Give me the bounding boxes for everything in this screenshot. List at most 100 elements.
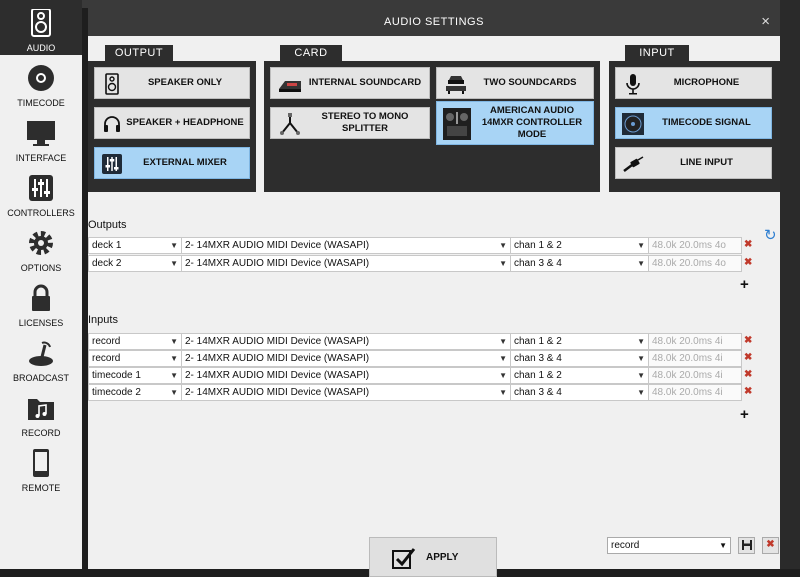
line-input-button[interactable]: LINE INPUT [615,147,772,179]
sidebar-item-timecode[interactable]: TIMECODE [0,55,82,110]
splitter-cable-icon [280,113,300,135]
timecode-signal-button[interactable]: TIMECODE SIGNAL [615,107,772,139]
sidebar-item-label: INTERFACE [15,153,67,163]
speaker-headphone-button[interactable]: SPEAKER + HEADPHONE [94,107,250,139]
broadcast-icon [29,341,53,366]
delete-row-icon[interactable]: ✖ [744,335,752,346]
output-name-select[interactable]: deck 1 ▼ [88,237,182,254]
button-label: SPEAKER ONLY [147,77,223,88]
chevron-down-icon: ▼ [499,337,507,346]
add-input-button[interactable]: + [740,406,749,423]
button-label: TIMECODE SIGNAL [662,117,751,128]
internal-soundcard-button[interactable]: INTERNAL SOUNDCARD [270,67,430,99]
delete-preset-button[interactable]: ✖ [762,537,779,554]
delete-row-icon[interactable]: ✖ [744,239,752,250]
speaker-icon [105,73,119,95]
apply-button[interactable]: APPLY [369,537,497,577]
jack-cable-icon [623,156,644,172]
sidebar-item-options[interactable]: OPTIONS [0,220,82,275]
sidebar-item-audio[interactable]: AUDIO [0,0,82,55]
delete-row-icon[interactable]: ✖ [744,352,752,363]
select-value: chan 1 & 2 [514,336,562,347]
sidebar-item-remote[interactable]: REMOTE [0,440,82,495]
speaker-only-button[interactable]: SPEAKER ONLY [94,67,250,99]
delete-row-icon[interactable]: ✖ [744,369,752,380]
controller-icon [443,108,471,140]
sidebar-item-label: CONTROLLERS [7,208,75,218]
chevron-down-icon: ▼ [170,259,178,268]
microphone-button[interactable]: MICROPHONE [615,67,772,99]
select-value: deck 1 [92,240,122,251]
chevron-down-icon: ▼ [719,541,727,550]
output-channels-select[interactable]: chan 1 & 2 ▼ [510,237,649,254]
input-device-select[interactable]: 2- 14MXR AUDIO MIDI Device (WASAPI) ▼ [181,367,511,384]
mixer-icon [102,154,122,174]
chevron-down-icon: ▼ [499,354,507,363]
output-section: SPEAKER ONLY SPEAKER + HEADPHONE EXTERNA… [88,61,256,192]
sidebar-item-label: RECORD [21,428,61,438]
input-channels-select[interactable]: chan 1 & 2 ▼ [510,367,649,384]
sidebar-item-record[interactable]: RECORD [0,385,82,440]
timecode-disc-icon [622,113,644,135]
input-row: record ▼ 2- 14MXR AUDIO MIDI Device (WASA… [88,333,752,350]
chevron-down-icon: ▼ [499,388,507,397]
headphone-icon [104,116,120,132]
input-row: timecode 1 ▼ 2- 14MXR AUDIO MIDI Device (… [88,367,752,384]
sidebar-item-label: AUDIO [26,43,56,53]
lock-icon [32,284,50,311]
input-channels-select[interactable]: chan 3 & 4 ▼ [510,384,649,401]
sidebar-item-interface[interactable]: INTERFACE [0,110,82,165]
input-name-select[interactable]: timecode 1 ▼ [88,367,182,384]
output-device-select[interactable]: 2- 14MXR AUDIO MIDI Device (WASAPI) ▼ [181,255,511,272]
input-name-select[interactable]: record ▼ [88,333,182,350]
input-channels-select[interactable]: chan 1 & 2 ▼ [510,333,649,350]
sliders-icon [29,175,53,201]
delete-row-icon[interactable]: ✖ [744,386,752,397]
two-soundcards-button[interactable]: TWO SOUNDCARDS [436,67,594,99]
stereo-to-mono-splitter-button[interactable]: STEREO TO MONO SPLITTER [270,107,430,139]
chevron-down-icon: ▼ [499,371,507,380]
output-name-select[interactable]: deck 2 ▼ [88,255,182,272]
chevron-down-icon: ▼ [637,337,645,346]
chevron-down-icon: ▼ [637,371,645,380]
sidebar-item-controllers[interactable]: CONTROLLERS [0,165,82,220]
button-label: STEREO TO MONO SPLITTER [321,111,409,134]
american-audio-14mxr-controller-mode-button[interactable]: AMERICAN AUDIO 14MXR CONTROLLER MODE [436,101,594,145]
input-device-select[interactable]: 2- 14MXR AUDIO MIDI Device (WASAPI) ▼ [181,384,511,401]
button-label: AMERICAN AUDIO 14MXR CONTROLLER MODE [481,105,583,140]
chevron-down-icon: ▼ [637,259,645,268]
music-folder-icon [28,399,54,420]
input-name-select[interactable]: timecode 2 ▼ [88,384,182,401]
input-device-select[interactable]: 2- 14MXR AUDIO MIDI Device (WASAPI) ▼ [181,350,511,367]
select-value: chan 3 & 4 [514,387,562,398]
button-label: TWO SOUNDCARDS [483,77,577,88]
save-preset-button[interactable] [738,537,755,554]
input-channels-select[interactable]: chan 3 & 4 ▼ [510,350,649,367]
button-label: INTERNAL SOUNDCARD [308,77,422,88]
preset-select[interactable]: record ▼ [607,537,731,554]
sidebar-item-broadcast[interactable]: BROADCAST [0,330,82,385]
sidebar-item-licenses[interactable]: LICENSES [0,275,82,330]
chevron-down-icon: ▼ [637,354,645,363]
output-device-select[interactable]: 2- 14MXR AUDIO MIDI Device (WASAPI) ▼ [181,237,511,254]
add-output-button[interactable]: + [740,276,749,293]
select-value: 2- 14MXR AUDIO MIDI Device (WASAPI) [185,240,370,251]
gear-icon [29,231,53,255]
dialog-title: AUDIO SETTINGS [384,16,484,28]
input-device-select[interactable]: 2- 14MXR AUDIO MIDI Device (WASAPI) ▼ [181,333,511,350]
select-value: chan 1 & 2 [514,370,562,381]
delete-row-icon[interactable]: ✖ [744,257,752,268]
inputs-label: Inputs [88,314,118,326]
close-button[interactable]: × [761,13,770,30]
external-mixer-button[interactable]: EXTERNAL MIXER [94,147,250,179]
input-row: record ▼ 2- 14MXR AUDIO MIDI Device (WASA… [88,350,752,367]
select-value: 2- 14MXR AUDIO MIDI Device (WASAPI) [185,336,370,347]
audio-settings-dialog: AUDIO SETTINGS × OUTPUT SPEAKER ONLY SPE… [88,8,780,577]
background-app-right [780,0,800,569]
soundcard-icon [279,81,301,92]
refresh-icon[interactable]: ↻ [764,226,777,244]
input-name-select[interactable]: record ▼ [88,350,182,367]
chevron-down-icon: ▼ [499,241,507,250]
output-channels-select[interactable]: chan 3 & 4 ▼ [510,255,649,272]
preset-value: record [611,540,640,551]
